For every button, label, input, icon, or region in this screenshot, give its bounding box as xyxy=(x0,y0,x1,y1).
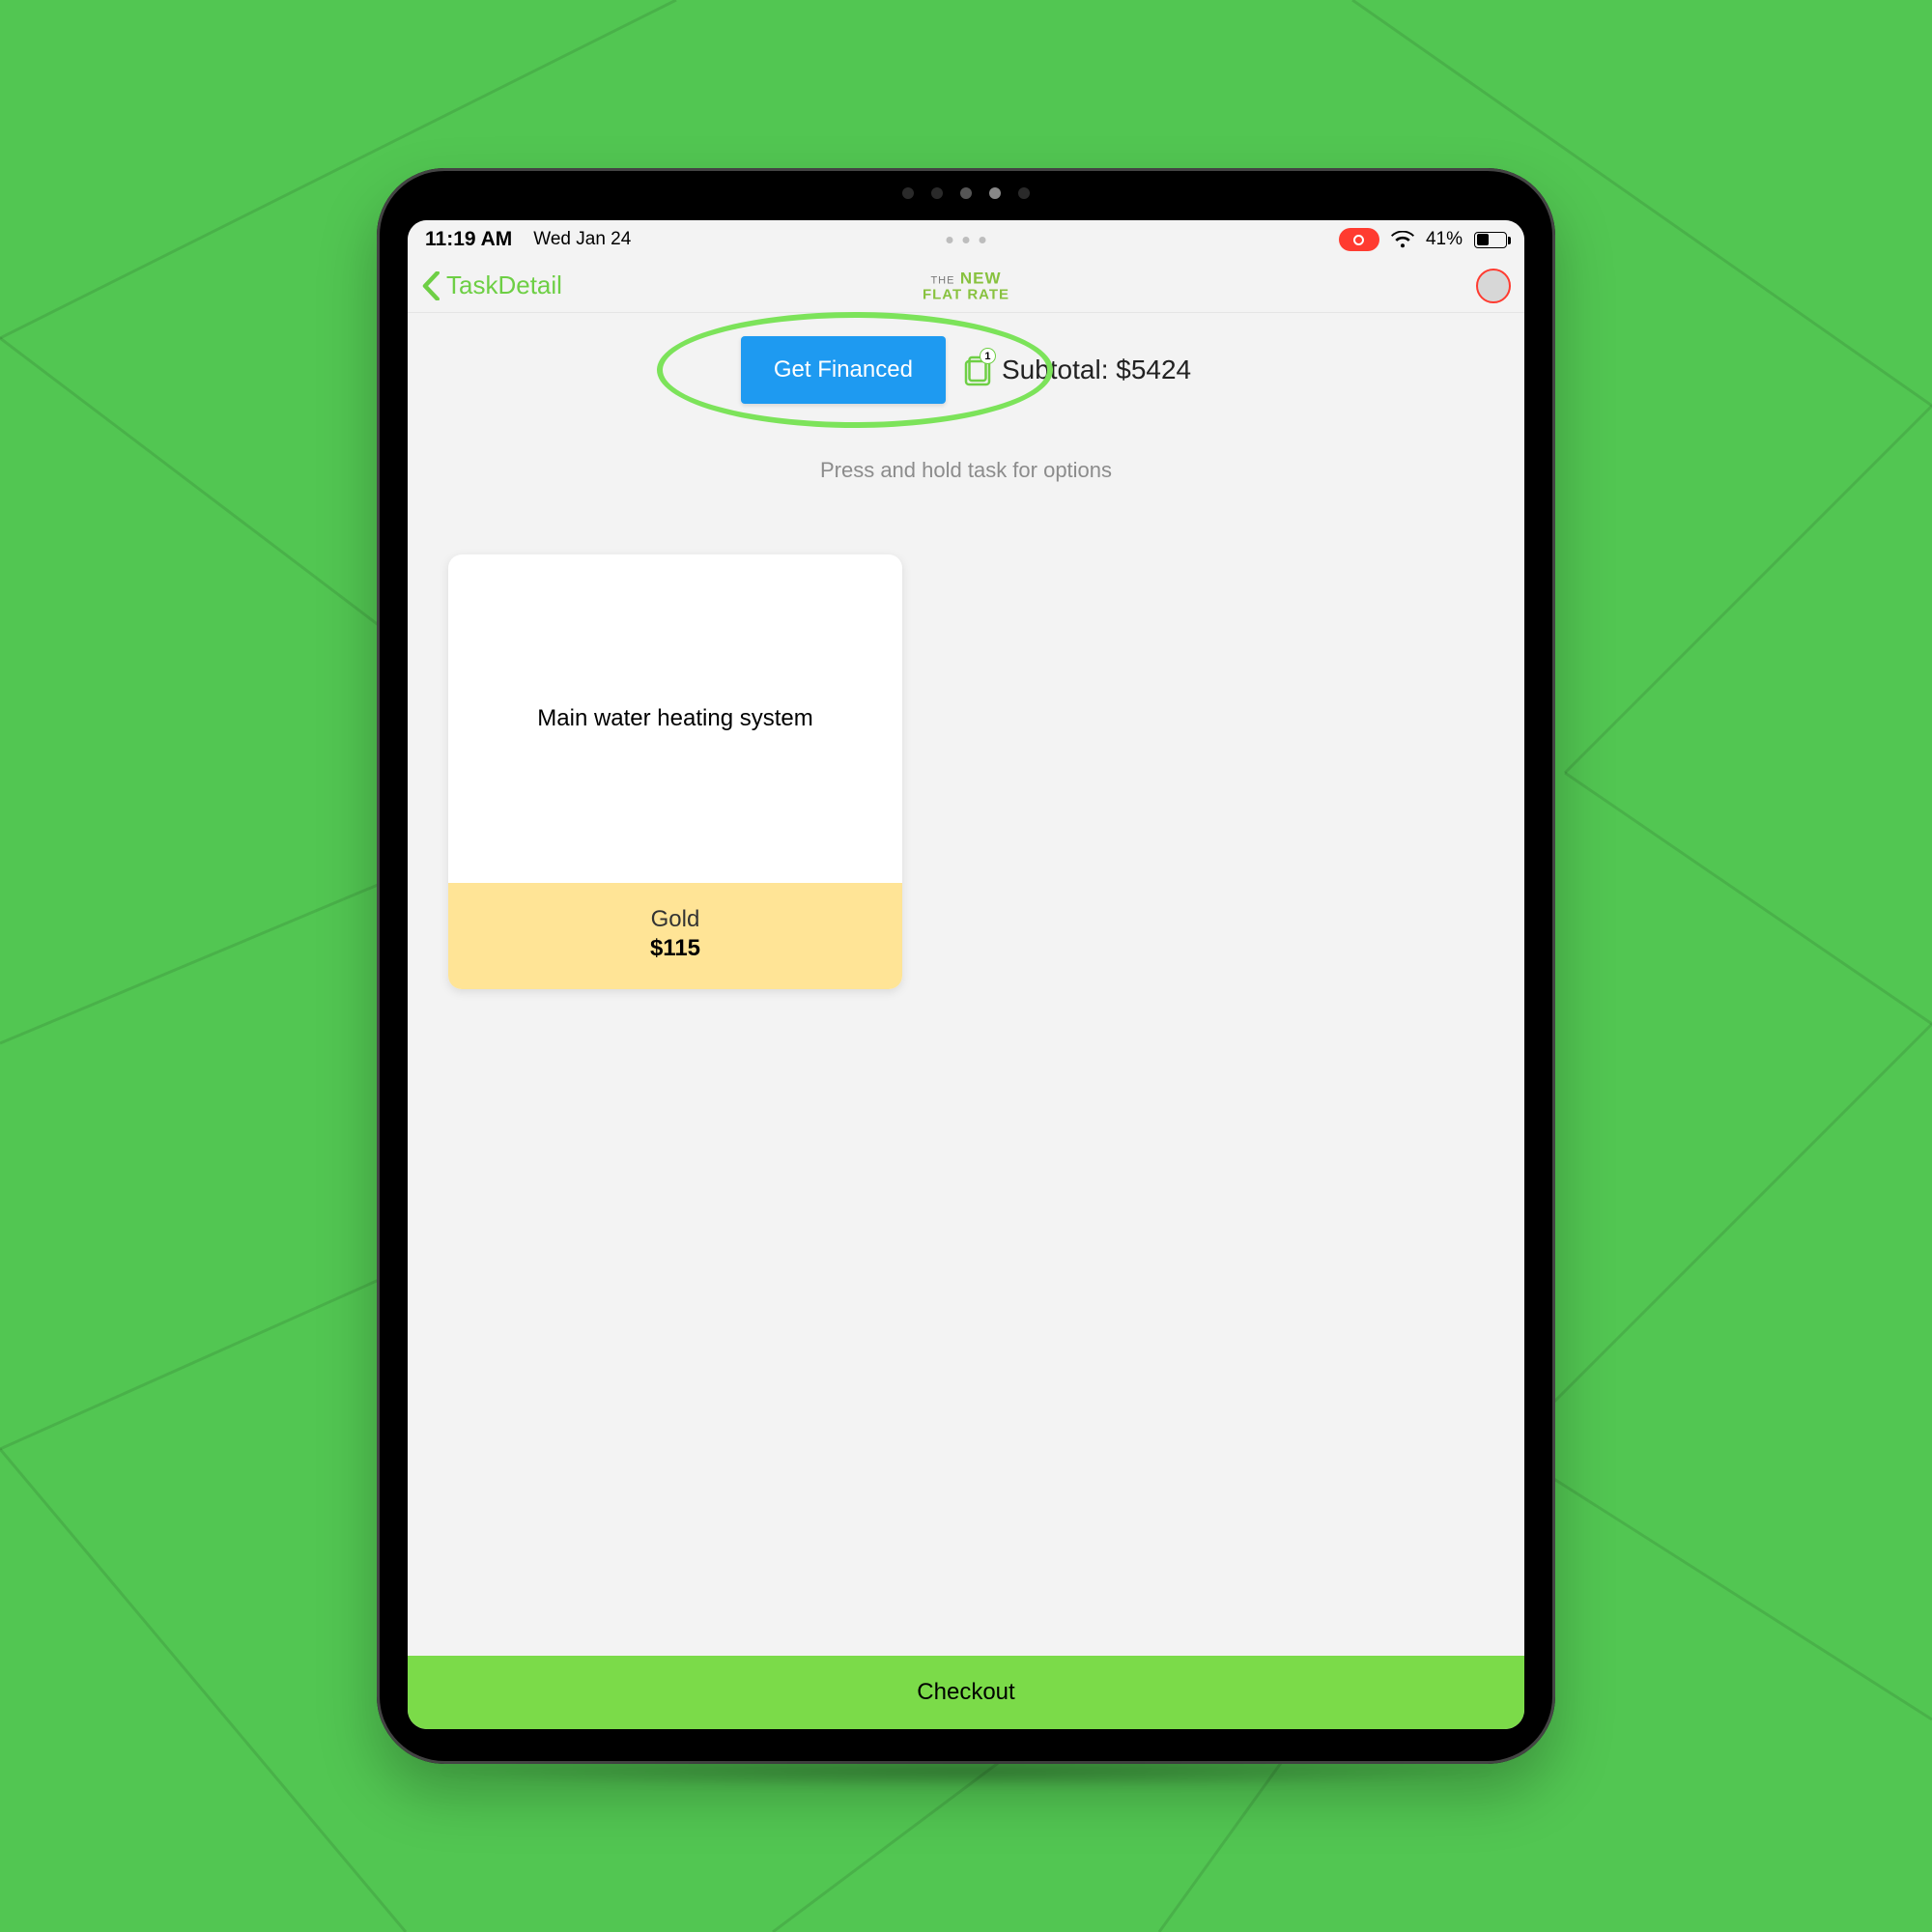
content-area: Get Financed 1 Subtotal: $5424 Press and… xyxy=(408,313,1524,1729)
screen: 11:19 AM Wed Jan 24 41% TaskDetai xyxy=(408,220,1524,1729)
status-bar: 11:19 AM Wed Jan 24 41% xyxy=(408,220,1524,259)
checkout-button[interactable]: Checkout xyxy=(408,1656,1524,1729)
device-sensor-dots xyxy=(377,187,1555,199)
back-button[interactable]: TaskDetail xyxy=(421,270,562,300)
task-tier: Gold xyxy=(448,906,902,933)
ipad-frame: 11:19 AM Wed Jan 24 41% TaskDetai xyxy=(377,168,1555,1764)
multitask-dots[interactable] xyxy=(947,237,986,243)
cart-badge: 1 xyxy=(980,348,996,364)
task-card-footer: Gold $115 xyxy=(448,883,902,989)
wifi-icon xyxy=(1391,231,1414,248)
screen-record-indicator[interactable] xyxy=(1339,228,1379,251)
cart-icon[interactable]: 1 xyxy=(963,354,992,386)
app-logo: THE NEW FLAT RATE xyxy=(923,270,1009,301)
summary-row: Get Financed 1 Subtotal: $5424 xyxy=(408,336,1524,404)
battery-percent: 41% xyxy=(1426,229,1463,250)
profile-button[interactable] xyxy=(1476,269,1511,303)
get-financed-button[interactable]: Get Financed xyxy=(741,336,946,404)
back-label: TaskDetail xyxy=(446,270,562,300)
hint-text: Press and hold task for options xyxy=(408,458,1524,483)
chevron-left-icon xyxy=(421,271,440,300)
nav-bar: TaskDetail THE NEW FLAT RATE xyxy=(408,259,1524,313)
task-title: Main water heating system xyxy=(537,705,812,732)
task-price: $115 xyxy=(448,935,902,962)
status-date: Wed Jan 24 xyxy=(533,229,631,250)
battery-icon xyxy=(1474,232,1507,248)
subtotal-label: Subtotal: $5424 xyxy=(1002,355,1191,385)
task-card[interactable]: Main water heating system Gold $115 xyxy=(448,554,902,989)
status-time: 11:19 AM xyxy=(425,228,512,251)
